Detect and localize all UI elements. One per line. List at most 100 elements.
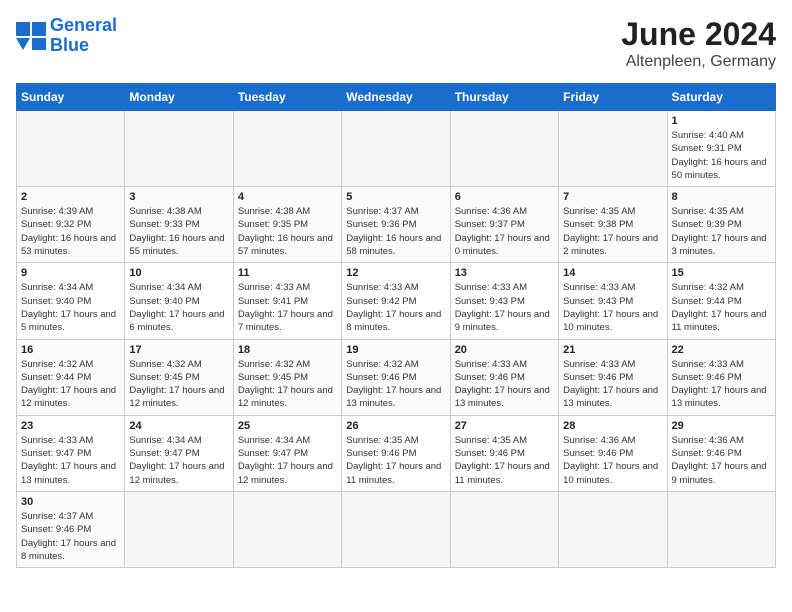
day-info: Sunrise: 4:35 AMSunset: 9:46 PMDaylight:… bbox=[455, 434, 554, 487]
day-info: Sunrise: 4:37 AMSunset: 9:46 PMDaylight:… bbox=[21, 510, 120, 563]
day-number: 13 bbox=[455, 267, 554, 279]
day-info: Sunrise: 4:32 AMSunset: 9:46 PMDaylight:… bbox=[346, 358, 445, 411]
day-info: Sunrise: 4:33 AMSunset: 9:46 PMDaylight:… bbox=[563, 358, 662, 411]
calendar-cell: 27 Sunrise: 4:35 AMSunset: 9:46 PMDayligh… bbox=[450, 415, 558, 491]
calendar-cell bbox=[17, 111, 125, 187]
day-number: 14 bbox=[563, 267, 662, 279]
calendar-cell bbox=[233, 491, 341, 567]
calendar-cell bbox=[667, 491, 775, 567]
day-info: Sunrise: 4:36 AMSunset: 9:46 PMDaylight:… bbox=[563, 434, 662, 487]
day-number: 29 bbox=[672, 420, 771, 432]
calendar-cell: 17 Sunrise: 4:32 AMSunset: 9:45 PMDayligh… bbox=[125, 339, 233, 415]
calendar-cell: 24 Sunrise: 4:34 AMSunset: 9:47 PMDayligh… bbox=[125, 415, 233, 491]
calendar-cell: 12 Sunrise: 4:33 AMSunset: 9:42 PMDayligh… bbox=[342, 263, 450, 339]
header: GeneralBlue June 2024 Altenpleen, German… bbox=[16, 16, 776, 71]
calendar-week-5: 23Sunrise: 4:33 AMSunset: 9:47 PMDayligh… bbox=[17, 415, 776, 491]
day-info: Sunrise: 4:36 AMSunset: 9:46 PMDaylight:… bbox=[672, 434, 771, 487]
calendar-week-1: 1Sunrise: 4:40 AMSunset: 9:31 PMDaylight… bbox=[17, 111, 776, 187]
weekday-header-monday: Monday bbox=[125, 84, 233, 111]
calendar-cell bbox=[342, 491, 450, 567]
calendar-cell: 28 Sunrise: 4:36 AMSunset: 9:46 PMDayligh… bbox=[559, 415, 667, 491]
calendar-cell: 2Sunrise: 4:39 AMSunset: 9:32 PMDaylight… bbox=[17, 187, 125, 263]
day-number: 19 bbox=[346, 344, 445, 356]
calendar-cell: 3Sunrise: 4:38 AMSunset: 9:33 PMDaylight… bbox=[125, 187, 233, 263]
day-info: Sunrise: 4:34 AMSunset: 9:47 PMDaylight:… bbox=[129, 434, 228, 487]
day-number: 12 bbox=[346, 267, 445, 279]
day-info: Sunrise: 4:32 AMSunset: 9:45 PMDaylight:… bbox=[238, 358, 337, 411]
calendar-cell: 4Sunrise: 4:38 AMSunset: 9:35 PMDaylight… bbox=[233, 187, 341, 263]
day-number: 7 bbox=[563, 191, 662, 203]
calendar-cell: 5Sunrise: 4:37 AMSunset: 9:36 PMDaylight… bbox=[342, 187, 450, 263]
day-info: Sunrise: 4:35 AMSunset: 9:46 PMDaylight:… bbox=[346, 434, 445, 487]
day-info: Sunrise: 4:33 AMSunset: 9:42 PMDaylight:… bbox=[346, 281, 445, 334]
day-number: 26 bbox=[346, 420, 445, 432]
day-info: Sunrise: 4:35 AMSunset: 9:38 PMDaylight:… bbox=[563, 205, 662, 258]
day-number: 24 bbox=[129, 420, 228, 432]
day-number: 27 bbox=[455, 420, 554, 432]
day-number: 17 bbox=[129, 344, 228, 356]
calendar-cell: 14Sunrise: 4:33 AMSunset: 9:43 PMDayligh… bbox=[559, 263, 667, 339]
calendar-cell bbox=[450, 491, 558, 567]
calendar-week-6: 30 Sunrise: 4:37 AMSunset: 9:46 PMDayligh… bbox=[17, 491, 776, 567]
calendar-cell: 1Sunrise: 4:40 AMSunset: 9:31 PMDaylight… bbox=[667, 111, 775, 187]
calendar-cell bbox=[559, 491, 667, 567]
title-area: June 2024 Altenpleen, Germany bbox=[621, 16, 776, 71]
day-number: 23 bbox=[21, 420, 120, 432]
day-number: 8 bbox=[672, 191, 771, 203]
calendar-cell: 11 Sunrise: 4:33 AMSunset: 9:41 PMDayligh… bbox=[233, 263, 341, 339]
day-info: Sunrise: 4:34 AMSunset: 9:47 PMDaylight:… bbox=[238, 434, 337, 487]
calendar-cell: 29 Sunrise: 4:36 AMSunset: 9:46 PMDayligh… bbox=[667, 415, 775, 491]
calendar-cell: 10 Sunrise: 4:34 AMSunset: 9:40 PMDayligh… bbox=[125, 263, 233, 339]
logo-blue: Blue bbox=[50, 35, 89, 55]
weekday-header-tuesday: Tuesday bbox=[233, 84, 341, 111]
day-info: Sunrise: 4:32 AMSunset: 9:45 PMDaylight:… bbox=[129, 358, 228, 411]
day-number: 10 bbox=[129, 267, 228, 279]
day-info: Sunrise: 4:33 AMSunset: 9:43 PMDaylight:… bbox=[455, 281, 554, 334]
day-number: 1 bbox=[672, 115, 771, 127]
day-number: 16 bbox=[21, 344, 120, 356]
day-number: 30 bbox=[21, 496, 120, 508]
day-info: Sunrise: 4:34 AMSunset: 9:40 PMDaylight:… bbox=[129, 281, 228, 334]
day-number: 28 bbox=[563, 420, 662, 432]
calendar-cell: 8Sunrise: 4:35 AMSunset: 9:39 PMDaylight… bbox=[667, 187, 775, 263]
day-info: Sunrise: 4:38 AMSunset: 9:33 PMDaylight:… bbox=[129, 205, 228, 258]
calendar-cell bbox=[233, 111, 341, 187]
day-info: Sunrise: 4:32 AMSunset: 9:44 PMDaylight:… bbox=[21, 358, 120, 411]
weekday-header-friday: Friday bbox=[559, 84, 667, 111]
calendar-cell: 30 Sunrise: 4:37 AMSunset: 9:46 PMDayligh… bbox=[17, 491, 125, 567]
weekday-header-wednesday: Wednesday bbox=[342, 84, 450, 111]
calendar-cell: 15Sunrise: 4:32 AMSunset: 9:44 PMDayligh… bbox=[667, 263, 775, 339]
day-number: 22 bbox=[672, 344, 771, 356]
day-info: Sunrise: 4:39 AMSunset: 9:32 PMDaylight:… bbox=[21, 205, 120, 258]
weekday-header-saturday: Saturday bbox=[667, 84, 775, 111]
day-number: 18 bbox=[238, 344, 337, 356]
day-number: 11 bbox=[238, 267, 337, 279]
calendar-cell: 23Sunrise: 4:33 AMSunset: 9:47 PMDayligh… bbox=[17, 415, 125, 491]
day-number: 4 bbox=[238, 191, 337, 203]
calendar-cell: 21 Sunrise: 4:33 AMSunset: 9:46 PMDayligh… bbox=[559, 339, 667, 415]
day-number: 21 bbox=[563, 344, 662, 356]
day-info: Sunrise: 4:33 AMSunset: 9:46 PMDaylight:… bbox=[455, 358, 554, 411]
logo: GeneralBlue bbox=[16, 16, 117, 56]
logo-icon bbox=[16, 22, 46, 50]
day-info: Sunrise: 4:34 AMSunset: 9:40 PMDaylight:… bbox=[21, 281, 120, 334]
day-number: 15 bbox=[672, 267, 771, 279]
calendar-cell bbox=[559, 111, 667, 187]
day-number: 20 bbox=[455, 344, 554, 356]
calendar-table: SundayMondayTuesdayWednesdayThursdayFrid… bbox=[16, 83, 776, 568]
calendar-week-2: 2Sunrise: 4:39 AMSunset: 9:32 PMDaylight… bbox=[17, 187, 776, 263]
day-info: Sunrise: 4:33 AMSunset: 9:41 PMDaylight:… bbox=[238, 281, 337, 334]
logo-general: General bbox=[50, 15, 117, 35]
calendar-cell: 7 Sunrise: 4:35 AMSunset: 9:38 PMDaylight… bbox=[559, 187, 667, 263]
calendar-cell bbox=[342, 111, 450, 187]
day-number: 25 bbox=[238, 420, 337, 432]
calendar-cell: 6Sunrise: 4:36 AMSunset: 9:37 PMDaylight… bbox=[450, 187, 558, 263]
calendar-cell: 18 Sunrise: 4:32 AMSunset: 9:45 PMDayligh… bbox=[233, 339, 341, 415]
calendar-week-4: 16 Sunrise: 4:32 AMSunset: 9:44 PMDayligh… bbox=[17, 339, 776, 415]
day-number: 6 bbox=[455, 191, 554, 203]
day-info: Sunrise: 4:33 AMSunset: 9:46 PMDaylight:… bbox=[672, 358, 771, 411]
calendar-cell bbox=[450, 111, 558, 187]
calendar-week-3: 9Sunrise: 4:34 AMSunset: 9:40 PMDaylight… bbox=[17, 263, 776, 339]
calendar-title: June 2024 bbox=[621, 16, 776, 53]
calendar-cell: 22 Sunrise: 4:33 AMSunset: 9:46 PMDayligh… bbox=[667, 339, 775, 415]
